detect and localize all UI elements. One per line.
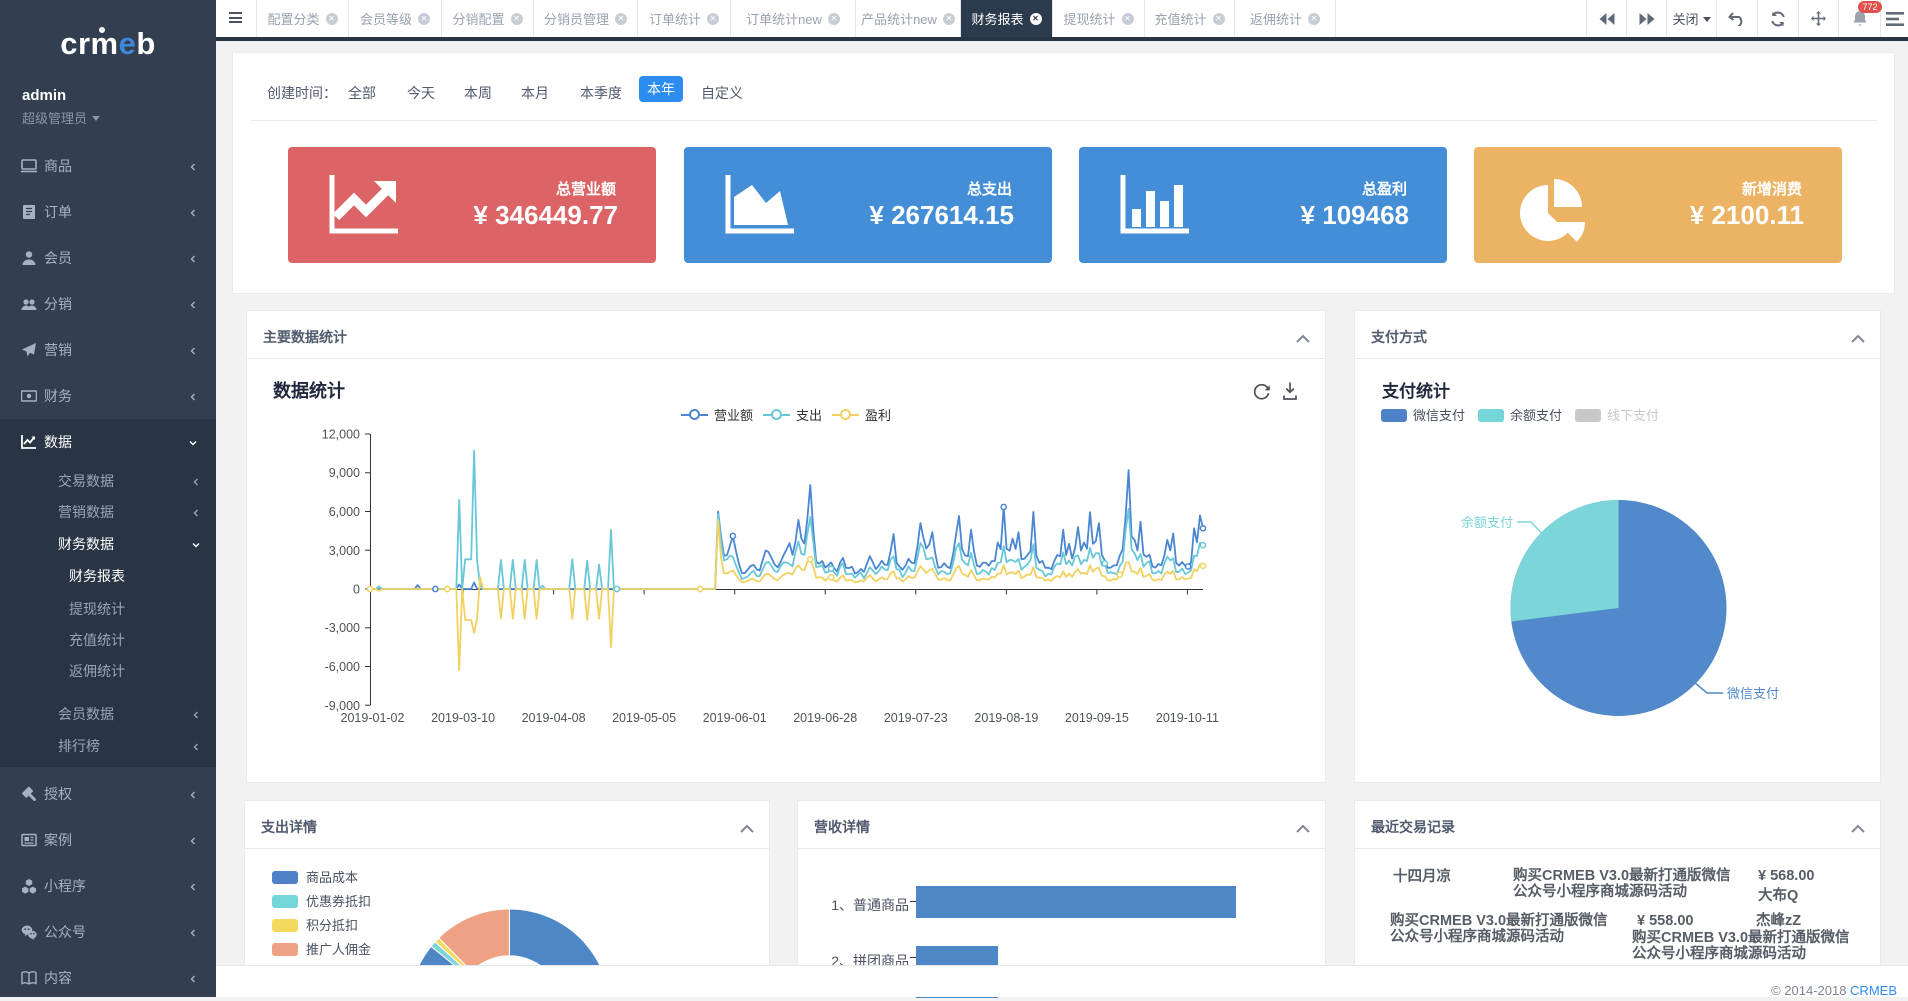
svg-text:12,000: 12,000 <box>322 428 360 442</box>
svg-text:-6,000: -6,000 <box>325 660 360 674</box>
svg-text:-3,000: -3,000 <box>325 621 360 635</box>
svg-text:0: 0 <box>353 583 360 597</box>
svg-text:9,000: 9,000 <box>329 466 360 480</box>
svg-text:2019-06-01: 2019-06-01 <box>703 711 767 725</box>
svg-text:2019-10-11: 2019-10-11 <box>1156 711 1219 725</box>
svg-text:微信支付: 微信支付 <box>1727 686 1779 701</box>
svg-text:2019-09-15: 2019-09-15 <box>1065 711 1129 725</box>
svg-text:2019-05-05: 2019-05-05 <box>612 711 676 725</box>
svg-text:6,000: 6,000 <box>329 505 360 519</box>
svg-text:2019-06-28: 2019-06-28 <box>793 711 857 725</box>
svg-text:2019-03-10: 2019-03-10 <box>431 711 495 725</box>
svg-text:3,000: 3,000 <box>329 544 360 558</box>
svg-text:2019-04-08: 2019-04-08 <box>522 711 586 725</box>
svg-text:2019-07-23: 2019-07-23 <box>884 711 948 725</box>
svg-text:2019-08-19: 2019-08-19 <box>974 711 1038 725</box>
svg-text:2019-01-02: 2019-01-02 <box>341 711 405 725</box>
svg-text:余额支付: 余额支付 <box>1461 515 1513 530</box>
